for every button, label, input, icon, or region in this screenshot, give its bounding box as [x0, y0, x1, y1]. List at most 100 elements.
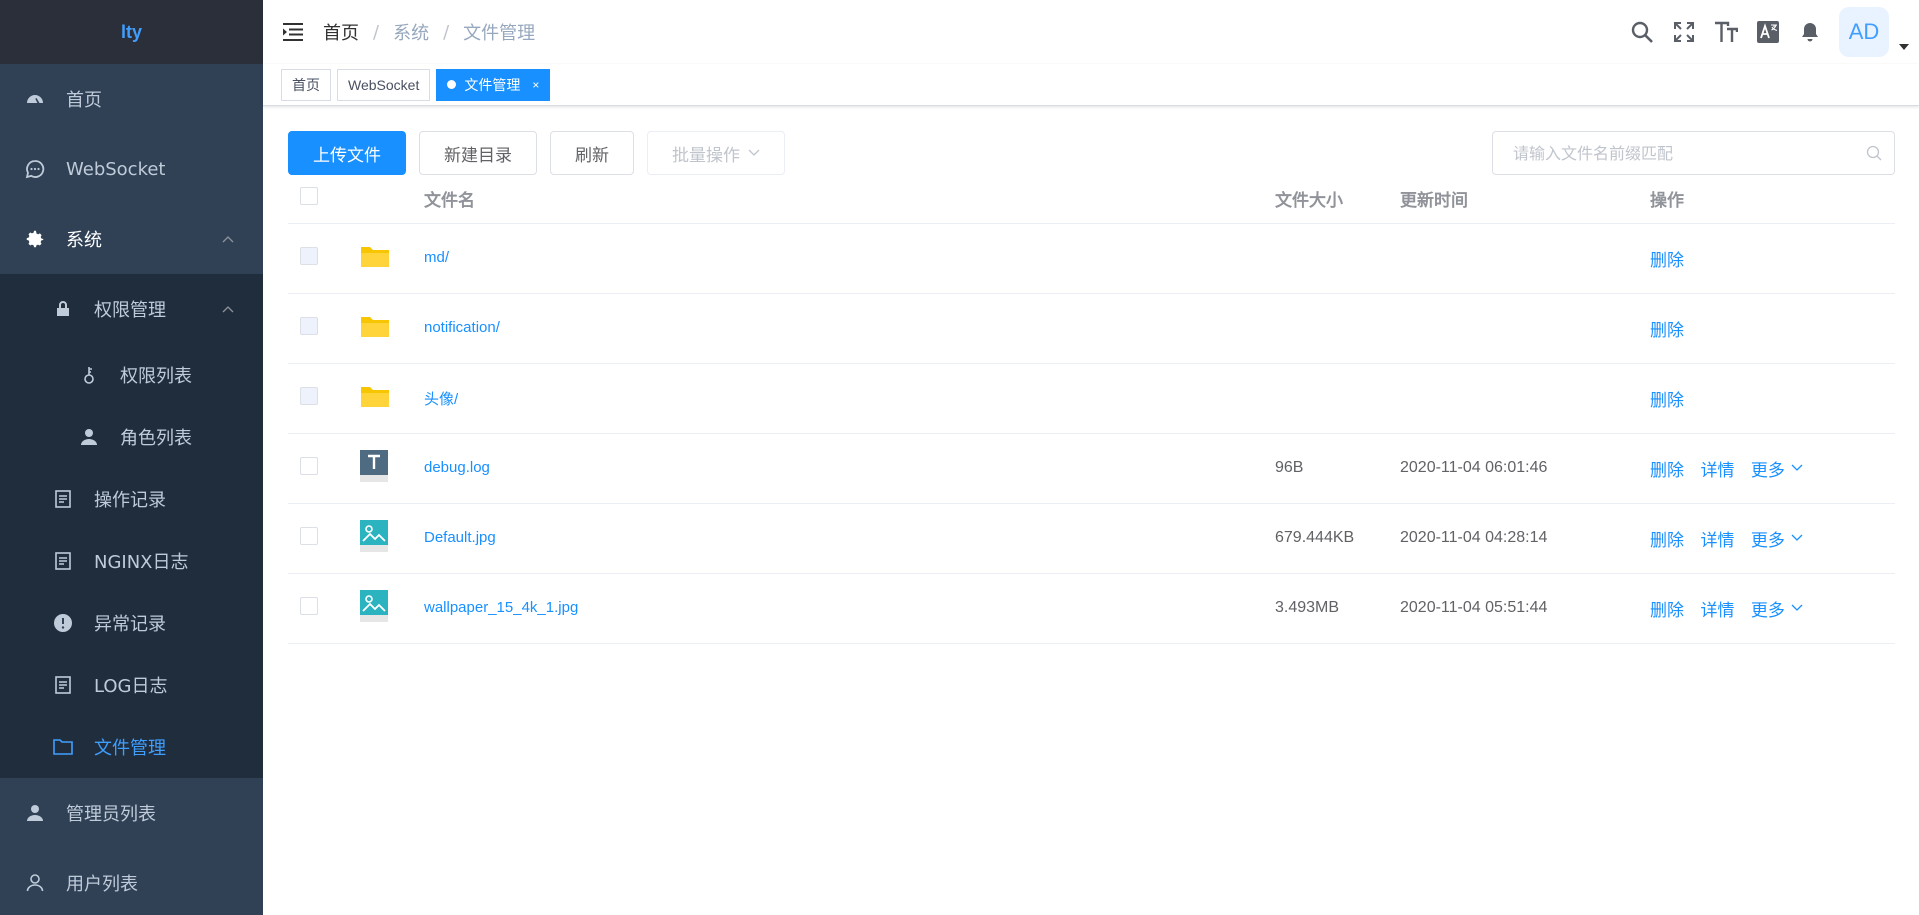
fullscreen-button[interactable] [1663, 0, 1705, 64]
sidebar-item-label: 权限管理 [94, 300, 166, 321]
detail-link[interactable]: 详情 [1700, 461, 1734, 480]
sidebar-item-user-list[interactable]: 用户列表 [0, 848, 263, 915]
row-checkbox[interactable] [300, 246, 318, 265]
select-all-checkbox[interactable] [300, 187, 318, 206]
sidebar-item-role-list[interactable]: 角色列表 [0, 406, 263, 468]
table-row: debug.log 96B 2020-11-04 06:01:46 删除 详情 … [288, 433, 1895, 504]
table-row: wallpaper_15_4k_1.jpg 3.493MB 2020-11-04… [288, 573, 1895, 644]
file-time: 2020-11-04 06:01:46 [1400, 433, 1650, 504]
delete-link[interactable]: 删除 [1650, 391, 1684, 410]
folder-icon [52, 736, 74, 758]
sidebar-item-log-log[interactable]: LOG日志 [0, 654, 263, 716]
tag-home[interactable]: 首页 [281, 68, 331, 101]
delete-link[interactable]: 删除 [1650, 461, 1684, 480]
caret-down-icon [1899, 44, 1909, 50]
sidebar-item-label: LOG日志 [94, 676, 168, 697]
size-select-button[interactable] [1705, 0, 1747, 64]
hamburger-button[interactable] [263, 0, 323, 64]
sidebar-item-label: 异常记录 [94, 614, 166, 635]
tag-file-management[interactable]: 文件管理 × [436, 68, 551, 101]
breadcrumb-separator: / [443, 21, 450, 43]
file-size: 3.493MB [1275, 573, 1400, 644]
file-name-link[interactable]: wallpaper_15_4k_1.jpg [424, 599, 578, 616]
delete-link[interactable]: 删除 [1650, 601, 1684, 620]
sidebar-item-permission-management[interactable]: 权限管理 [0, 274, 263, 344]
header-ops: 操作 [1650, 175, 1895, 224]
breadcrumb-item-home[interactable]: 首页 [323, 19, 359, 45]
sidebar: lty 首页 WebSocket 系统 权限管理 权限列表 角色列表 操作记录 … [0, 0, 263, 915]
search-button[interactable] [1621, 0, 1663, 64]
sidebar-item-label: 角色列表 [120, 428, 192, 449]
sidebar-item-label: 用户列表 [66, 874, 138, 895]
search-icon [1631, 21, 1653, 43]
file-name-link[interactable]: 头像/ [424, 391, 458, 408]
language-button[interactable] [1747, 0, 1789, 64]
sidebar-item-exception-log[interactable]: 异常记录 [0, 592, 263, 654]
notification-button[interactable] [1789, 0, 1831, 64]
file-name-link[interactable]: notification/ [424, 319, 500, 336]
tag-websocket[interactable]: WebSocket [337, 68, 431, 101]
file-time [1400, 223, 1650, 294]
sidebar-item-permission-list[interactable]: 权限列表 [0, 344, 263, 406]
chevron-down-icon [1791, 534, 1803, 541]
delete-link[interactable]: 删除 [1650, 251, 1684, 270]
breadcrumb: 首页 / 系统 / 文件管理 [323, 19, 535, 45]
row-checkbox[interactable] [300, 456, 318, 475]
document-icon [52, 674, 74, 696]
close-icon[interactable]: × [532, 70, 539, 100]
file-name-link[interactable]: Default.jpg [424, 529, 496, 546]
right-menu: AD [1621, 0, 1919, 64]
more-dropdown[interactable]: 更多 [1751, 526, 1803, 551]
more-dropdown[interactable]: 更多 [1751, 596, 1803, 621]
table-row: notification/ 删除 [288, 293, 1895, 364]
delete-link[interactable]: 删除 [1650, 531, 1684, 550]
sidebar-item-label: 首页 [66, 90, 102, 111]
file-name-link[interactable]: md/ [424, 249, 449, 266]
detail-link[interactable]: 详情 [1700, 531, 1734, 550]
sidebar-item-system[interactable]: 系统 [0, 204, 263, 274]
image-file-icon [360, 589, 388, 626]
sidebar-item-label: 操作记录 [94, 490, 166, 511]
detail-link[interactable]: 详情 [1700, 601, 1734, 620]
sidebar-item-nginx-log[interactable]: NGINX日志 [0, 530, 263, 592]
tag-label: 文件管理 [464, 76, 521, 93]
table-row: Default.jpg 679.444KB 2020-11-04 04:28:1… [288, 503, 1895, 574]
file-size: 96B [1275, 433, 1400, 504]
more-dropdown[interactable]: 更多 [1751, 456, 1803, 481]
breadcrumb-separator: / [373, 21, 380, 43]
message-icon [24, 158, 46, 180]
sidebar-item-websocket[interactable]: WebSocket [0, 134, 263, 204]
search-icon [1866, 145, 1882, 161]
sidebar-item-admin-list[interactable]: 管理员列表 [0, 778, 263, 848]
sidebar-item-operation-log[interactable]: 操作记录 [0, 468, 263, 530]
batch-operation-button[interactable]: 批量操作 [647, 131, 785, 175]
breadcrumb-item-system: 系统 [393, 23, 430, 44]
sidebar-item-home[interactable]: 首页 [0, 64, 263, 134]
folder-icon [360, 246, 390, 272]
row-checkbox[interactable] [300, 596, 318, 615]
sidebar-item-file-management[interactable]: 文件管理 [0, 716, 263, 778]
delete-link[interactable]: 删除 [1650, 321, 1684, 340]
warning-icon [52, 612, 74, 634]
row-checkbox[interactable] [300, 316, 318, 335]
row-checkbox[interactable] [300, 386, 318, 405]
row-checkbox[interactable] [300, 526, 318, 545]
user-icon [78, 426, 100, 448]
folder-icon [360, 316, 390, 342]
breadcrumb-item-file-management: 文件管理 [463, 23, 536, 44]
more-label: 更多 [1750, 530, 1785, 550]
refresh-button[interactable]: 刷新 [550, 131, 634, 175]
avatar[interactable]: AD [1839, 7, 1889, 57]
chevron-down-icon [1791, 604, 1803, 611]
search-input[interactable] [1493, 132, 1894, 174]
new-directory-button[interactable]: 新建目录 [419, 131, 537, 175]
file-time: 2020-11-04 04:28:14 [1400, 503, 1650, 574]
chevron-down-icon [748, 149, 760, 156]
dashboard-icon [24, 88, 46, 110]
upload-file-button[interactable]: 上传文件 [288, 131, 406, 175]
app-logo[interactable]: lty [0, 0, 263, 64]
search-box [1492, 131, 1895, 175]
document-icon [52, 488, 74, 510]
file-name-link[interactable]: debug.log [424, 459, 490, 476]
avatar-dropdown-caret[interactable] [1889, 0, 1919, 64]
